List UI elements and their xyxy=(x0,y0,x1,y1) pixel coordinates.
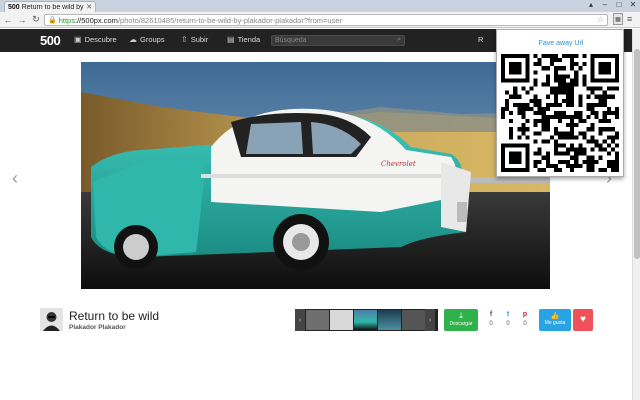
scrollbar-thumb[interactable] xyxy=(634,49,640,259)
photo-title: Return to be wild xyxy=(69,309,160,323)
thumbnail[interactable] xyxy=(377,310,401,330)
nav-descubre[interactable]: ▣ Descubre xyxy=(74,35,117,44)
page-scrollbar[interactable] xyxy=(632,29,640,400)
favorite-button[interactable]: ♥ xyxy=(573,309,593,331)
nav-tienda[interactable]: ▤ Tienda xyxy=(227,35,260,44)
search-icon[interactable]: ⌕ xyxy=(397,36,401,44)
url-host: ://500px.com xyxy=(74,15,118,25)
qr-code-image xyxy=(501,54,619,172)
download-button[interactable]: ⤓ Descargar xyxy=(444,309,478,331)
url-path: /photo/82610485/return-to-be-wild-by-pla… xyxy=(117,15,343,25)
nav-label: Descubre xyxy=(84,35,117,44)
heart-icon: ♥ xyxy=(580,314,586,325)
car-photo-image: Chevrolet xyxy=(81,62,550,289)
download-icon: ⤓ xyxy=(459,311,463,320)
user-icon[interactable]: ▴ xyxy=(586,0,596,9)
thumbs-up-icon: 👍 xyxy=(550,313,560,320)
browser-tabbar: 500 Return to be wild by Pla... ✕ ▴ – □ … xyxy=(0,0,640,12)
lock-icon: 🔒 xyxy=(48,17,57,24)
window-close-icon[interactable]: ✕ xyxy=(628,0,638,9)
thumbnail-strip: ‹ › xyxy=(295,309,438,331)
pinterest-share[interactable]: p 0 xyxy=(518,311,532,327)
thumbnail[interactable] xyxy=(401,310,425,330)
download-label: Descargar xyxy=(449,321,473,327)
thumbs-next-icon[interactable]: › xyxy=(425,309,435,331)
forward-button[interactable]: → xyxy=(16,15,28,25)
twitter-icon: t xyxy=(506,311,510,318)
favicon-icon: 500 xyxy=(8,3,20,11)
reload-button[interactable]: ↻ xyxy=(30,14,42,25)
compass-icon: ▣ xyxy=(74,35,82,44)
window-controls: ▴ – □ ✕ xyxy=(586,0,638,9)
tab-title: Return to be wild by Pla... xyxy=(21,3,84,11)
thumbnail[interactable] xyxy=(305,310,329,330)
address-bar[interactable]: 🔒 https ://500px.com /photo/82610485/ret… xyxy=(44,14,608,26)
nav-label: Groups xyxy=(140,35,165,44)
bookmark-star-icon[interactable]: ☆ xyxy=(597,15,604,24)
browser-tab[interactable]: 500 Return to be wild by Pla... ✕ xyxy=(4,1,96,12)
svg-text:Chevrolet: Chevrolet xyxy=(381,160,416,168)
site-logo[interactable]: 500 xyxy=(40,33,61,48)
nav-label: Tienda xyxy=(237,35,261,44)
maximize-icon[interactable]: □ xyxy=(614,0,624,9)
minimize-icon[interactable]: – xyxy=(600,0,610,9)
store-icon: ▤ xyxy=(227,35,235,44)
groups-icon: ☁ xyxy=(129,35,137,44)
upload-icon: ⇧ xyxy=(181,35,188,44)
menu-icon[interactable]: ≡ xyxy=(627,14,632,24)
browser-toolbar: ← → ↻ 🔒 https ://500px.com /photo/826104… xyxy=(0,12,640,28)
qr-popup-title[interactable]: Fave away Url xyxy=(497,40,625,47)
nav-subir[interactable]: ⇧ Subir xyxy=(181,35,208,44)
close-icon[interactable]: ✕ xyxy=(86,3,92,11)
pinterest-count: 0 xyxy=(523,321,527,327)
pinterest-icon: p xyxy=(522,311,528,318)
facebook-icon: f xyxy=(489,311,493,318)
header-user-menu[interactable]: R xyxy=(478,35,483,44)
like-button[interactable]: 👍 Me gusta xyxy=(539,309,571,331)
avatar[interactable] xyxy=(40,308,63,331)
facebook-share[interactable]: f 0 xyxy=(484,311,498,327)
facebook-count: 0 xyxy=(489,321,493,327)
thumbnail[interactable] xyxy=(329,310,353,330)
main-photo[interactable]: Chevrolet xyxy=(81,62,550,289)
nav-label: Subir xyxy=(190,35,209,44)
like-label: Me gusta xyxy=(544,320,566,326)
twitter-share[interactable]: t 0 xyxy=(501,311,515,327)
url-scheme: https xyxy=(58,15,75,25)
twitter-count: 0 xyxy=(506,321,510,327)
back-button[interactable]: ← xyxy=(2,15,14,25)
prev-photo-arrow-icon[interactable]: ‹ xyxy=(12,168,18,189)
thumbs-prev-icon[interactable]: ‹ xyxy=(295,309,305,331)
nav-groups[interactable]: ☁ Groups xyxy=(129,35,165,44)
search-placeholder: Búsqueda xyxy=(275,37,307,44)
search-input[interactable]: Búsqueda ⌕ xyxy=(271,35,405,46)
qr-popup: Fave away Url xyxy=(496,29,624,177)
qr-extension-icon[interactable]: ▦ xyxy=(613,13,623,25)
photo-author[interactable]: Plakador Plakador xyxy=(69,324,126,331)
thumbnail[interactable] xyxy=(353,310,377,330)
